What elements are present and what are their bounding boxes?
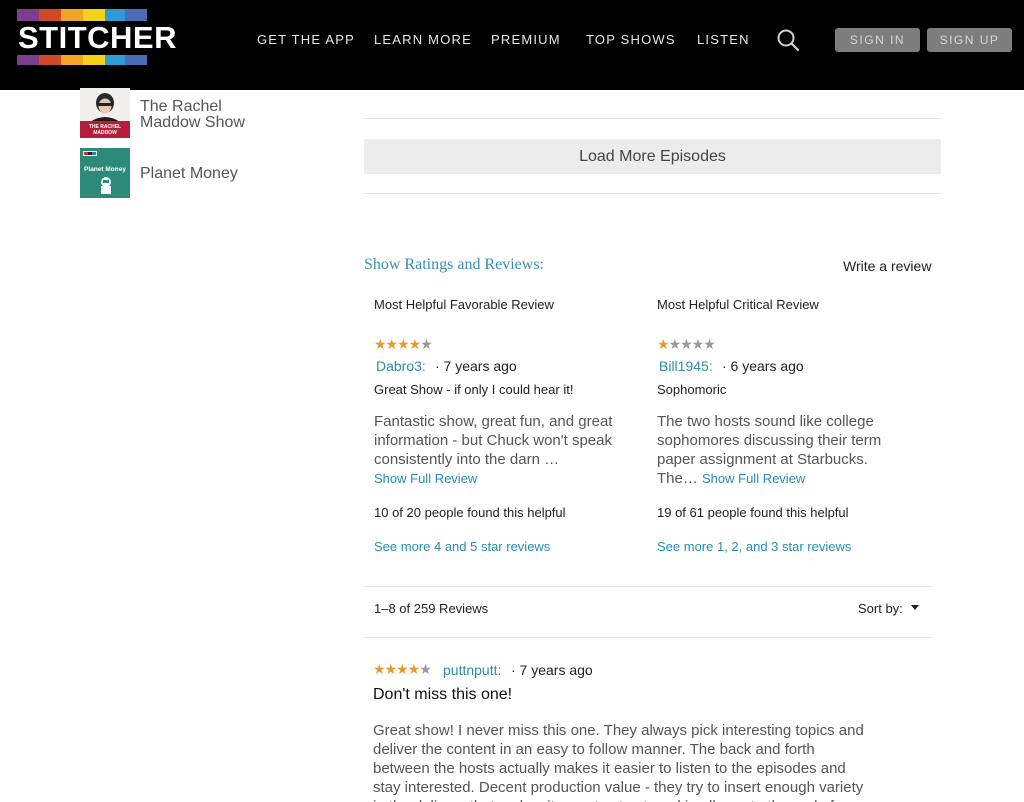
star-icon: ★★★★ bbox=[374, 336, 421, 352]
load-more-episodes-button[interactable]: Load More Episodes bbox=[364, 139, 941, 174]
helpful-count: 19 of 61 people found this helpful bbox=[657, 505, 849, 520]
svg-text:Planet Money: Planet Money bbox=[84, 166, 126, 173]
review-age: · 7 years ago bbox=[511, 662, 593, 678]
review-title: Great Show - if only I could hear it! bbox=[374, 382, 574, 397]
divider bbox=[364, 637, 932, 638]
logo-text: STITCHER bbox=[18, 20, 177, 55]
show-thumbnail: THE RACHEL MADDOW bbox=[80, 88, 130, 138]
nav-get-the-app[interactable]: GET THE APP bbox=[257, 32, 355, 47]
sign-up-button[interactable]: SIGN UP bbox=[927, 28, 1012, 52]
review-body-line: sophomores discussing their term bbox=[657, 432, 882, 449]
see-more-favorable-link[interactable]: See more 4 and 5 star reviews bbox=[374, 539, 550, 554]
show-full-review-link[interactable]: Show Full Review bbox=[702, 471, 805, 486]
ratings-section-title: Show Ratings and Reviews: bbox=[364, 256, 544, 273]
sidebar-item-rachel-maddow[interactable]: THE RACHEL MADDOW The Rachel Maddow Show bbox=[80, 88, 340, 138]
critical-review-heading: Most Helpful Critical Review bbox=[657, 297, 819, 312]
divider bbox=[364, 586, 932, 587]
nav-learn-more[interactable]: LEARN MORE bbox=[374, 32, 472, 47]
favorable-review-heading: Most Helpful Favorable Review bbox=[374, 297, 554, 312]
site-header: STITCHER GET THE APP LEARN MORE PREMIUM … bbox=[0, 0, 1024, 90]
star-rating: ★★★★★ bbox=[374, 336, 433, 352]
sidebar-item-title: Planet Money bbox=[140, 165, 238, 182]
see-more-critical-link[interactable]: See more 1, 2, and 3 star reviews bbox=[657, 539, 851, 554]
star-rating: ★★★★★ bbox=[373, 661, 432, 677]
show-thumbnail: Planet Money bbox=[80, 148, 130, 198]
review-body: Fantastic show, great fun, and great inf… bbox=[374, 413, 613, 468]
review-body-tail: The… bbox=[657, 470, 698, 487]
review-author-link[interactable]: Bill1945: bbox=[659, 358, 713, 374]
review-body-line: The two hosts sound like college bbox=[657, 413, 874, 430]
review-body-line: paper assignment at Starbucks. bbox=[657, 451, 868, 468]
sort-by-dropdown[interactable]: Sort by: bbox=[858, 601, 903, 616]
review-title: Sophomoric bbox=[657, 382, 727, 397]
divider bbox=[364, 118, 941, 119]
review-age: · 6 years ago bbox=[722, 358, 804, 374]
star-icon: ★★★★ bbox=[668, 336, 716, 352]
helpful-count: 10 of 20 people found this helpful bbox=[374, 505, 566, 520]
review-title: Don't miss this one! bbox=[373, 686, 513, 703]
nav-top-shows[interactable]: TOP SHOWS bbox=[586, 32, 676, 47]
review-count: 1–8 of 259 Reviews bbox=[374, 601, 489, 616]
sidebar-item-title: The Rachel bbox=[140, 98, 222, 115]
write-review-link[interactable]: Write a review bbox=[843, 258, 931, 274]
star-icon: ★★★★ bbox=[373, 661, 420, 677]
nav-listen[interactable]: LISTEN bbox=[697, 32, 750, 47]
divider bbox=[364, 193, 941, 194]
stitcher-logo[interactable]: STITCHER bbox=[17, 9, 177, 65]
nav-premium[interactable]: PREMIUM bbox=[491, 32, 561, 47]
sidebar-item-planet-money[interactable]: Planet Money Planet Money bbox=[80, 148, 340, 198]
star-icon: ★ bbox=[419, 661, 432, 677]
star-icon: ★ bbox=[420, 336, 433, 352]
review-age: · 7 years ago bbox=[435, 358, 517, 374]
review-author-link[interactable]: Dabro3: bbox=[376, 358, 426, 374]
show-full-review-link[interactable]: Show Full Review bbox=[374, 471, 477, 486]
search-icon[interactable] bbox=[776, 28, 800, 52]
review-body: Great show! I never miss this one. They … bbox=[373, 722, 864, 802]
star-icon: ★ bbox=[657, 336, 670, 352]
review-author-link[interactable]: puttnputt: bbox=[443, 662, 501, 678]
sign-in-button[interactable]: SIGN IN bbox=[835, 28, 920, 52]
chevron-down-icon[interactable] bbox=[911, 605, 919, 610]
svg-text:MADDOW: MADDOW bbox=[93, 130, 117, 136]
sidebar-item-title-line2: Maddow Show bbox=[140, 114, 245, 131]
star-rating: ★★★★★ bbox=[657, 336, 716, 352]
